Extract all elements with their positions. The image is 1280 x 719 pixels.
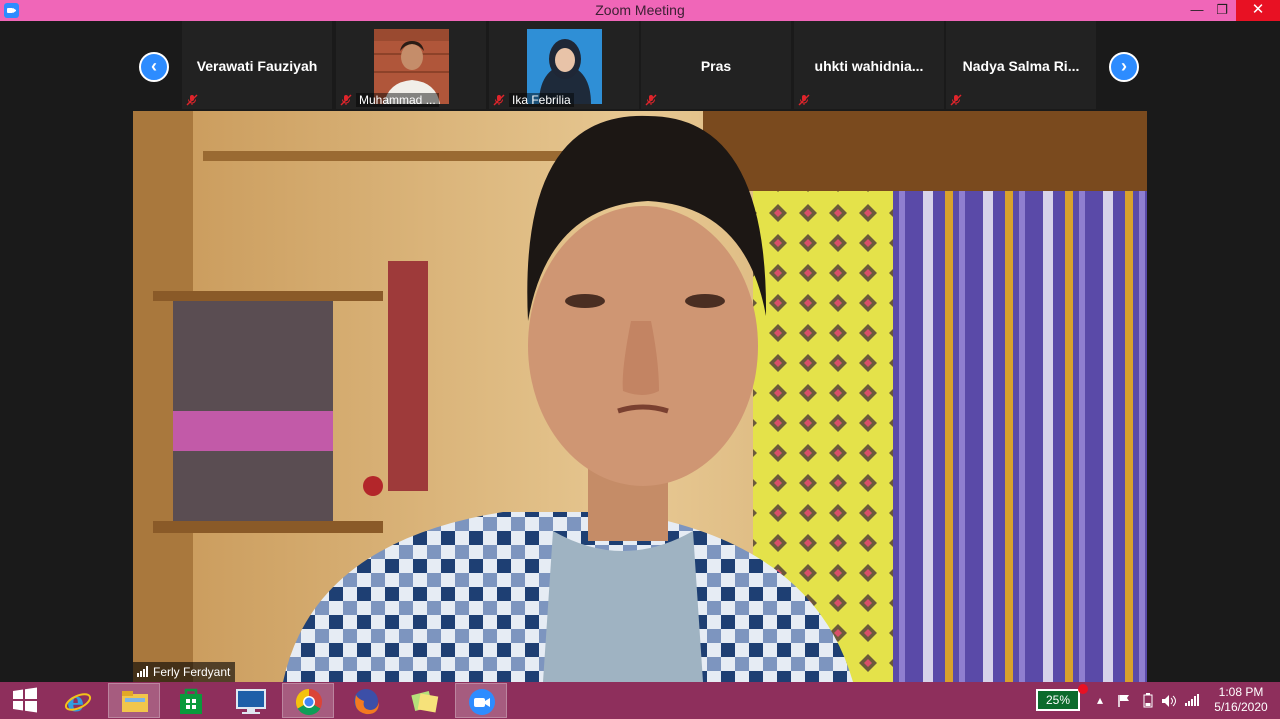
taskbar-zoom[interactable] <box>455 683 507 718</box>
show-hidden-icons-icon[interactable]: ▴ <box>1097 693 1103 707</box>
signal-strength-icon <box>137 666 148 677</box>
sticky-notes-icon <box>411 691 439 713</box>
participant-strip: ‹ Verawati Fauziyah Muhammad ... Ika Feb… <box>0 21 1280 111</box>
participant-name: Muhammad ... <box>356 93 439 107</box>
muted-mic-icon <box>645 94 657 106</box>
next-page-button[interactable]: › <box>1109 52 1139 82</box>
speaker-video-frame <box>133 111 1147 682</box>
clock-date: 5/16/2020 <box>1214 700 1268 714</box>
taskbar-chrome[interactable] <box>282 683 334 718</box>
taskbar-file-explorer[interactable] <box>108 683 160 718</box>
taskbar-internet-explorer[interactable]: e <box>52 683 104 718</box>
participant-tile[interactable]: Pras <box>641 21 791 109</box>
restore-button[interactable]: ❐ <box>1208 0 1236 21</box>
participant-name: Ika Febrilia <box>509 93 574 107</box>
participant-tile[interactable]: Verawati Fauziyah <box>182 21 332 109</box>
start-button[interactable] <box>0 683 52 718</box>
lenovo-icon <box>236 689 266 714</box>
window-titlebar: Zoom Meeting — ❐ ✕ <box>0 0 1280 21</box>
battery-alert-dot <box>1078 684 1088 694</box>
system-clock[interactable]: 1:08 PM 5/16/2020 <box>1208 685 1274 715</box>
taskbar-firefox[interactable] <box>340 683 392 718</box>
store-icon <box>180 688 202 714</box>
speaker-name: Ferly Ferdyant <box>153 665 231 679</box>
previous-page-button[interactable]: ‹ <box>139 52 169 82</box>
chrome-icon <box>295 688 322 716</box>
muted-mic-icon <box>950 94 962 106</box>
participant-tile[interactable]: Muhammad ... <box>336 21 486 109</box>
start-icon <box>13 687 37 713</box>
participant-name: Verawati Fauziyah <box>196 58 318 74</box>
close-button[interactable]: ✕ <box>1236 0 1280 21</box>
muted-mic-icon <box>340 94 352 106</box>
muted-mic-icon <box>798 94 810 106</box>
firefox-icon <box>354 689 379 715</box>
internet-explorer-icon: e <box>64 687 92 715</box>
windows-taskbar: e 25% ▴ 1:08 PM 5/16/2020 <box>0 682 1280 719</box>
meeting-area: ‹ Verawati Fauziyah Muhammad ... Ika Feb… <box>0 21 1280 682</box>
file-explorer-icon <box>122 691 148 712</box>
action-center-flag-icon[interactable] <box>1117 694 1131 708</box>
battery-icon[interactable] <box>1143 693 1153 708</box>
zoom-icon <box>469 689 495 715</box>
clock-time: 1:08 PM <box>1218 685 1264 699</box>
speaker-name-tag: Ferly Ferdyant <box>133 662 236 682</box>
muted-mic-icon <box>493 94 505 106</box>
minimize-button[interactable]: — <box>1183 0 1211 21</box>
volume-icon[interactable] <box>1161 694 1177 708</box>
battery-indicator[interactable]: 25% <box>1036 689 1080 711</box>
taskbar-sticky-notes[interactable] <box>398 683 450 718</box>
active-speaker-video: Ferly Ferdyant <box>133 111 1147 682</box>
participant-tile[interactable]: Ika Febrilia <box>489 21 639 109</box>
network-signal-icon[interactable] <box>1185 694 1199 706</box>
participant-tile[interactable]: Nadya Salma Ri... <box>946 21 1096 109</box>
participant-name: Nadya Salma Ri... <box>962 58 1080 74</box>
participant-name: Pras <box>700 58 732 74</box>
participant-tile[interactable]: uhkti wahidnia... <box>794 21 944 109</box>
muted-mic-icon <box>186 94 198 106</box>
participant-name: uhkti wahidnia... <box>814 58 924 74</box>
window-title: Zoom Meeting <box>595 2 685 18</box>
taskbar-lenovo[interactable] <box>224 683 276 718</box>
taskbar-store[interactable] <box>166 683 218 718</box>
